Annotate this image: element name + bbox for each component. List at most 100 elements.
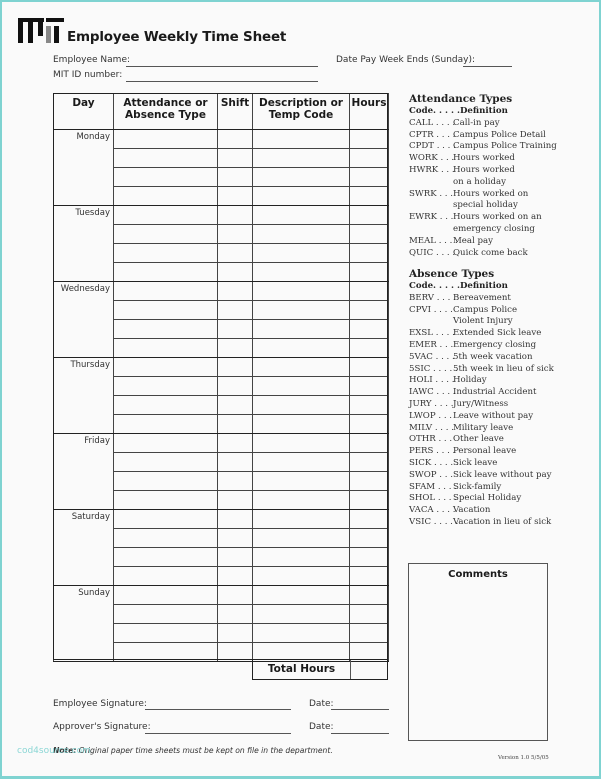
hours-cell[interactable] (349, 205, 389, 225)
type-cell[interactable] (113, 205, 218, 225)
shift-cell[interactable] (217, 300, 253, 320)
approver-date-field[interactable] (331, 733, 389, 734)
type-cell[interactable] (113, 243, 218, 263)
shift-cell[interactable] (217, 433, 253, 453)
hours-cell[interactable] (349, 547, 389, 567)
shift-cell[interactable] (217, 490, 253, 510)
description-cell[interactable] (252, 509, 350, 529)
date-pay-week-field[interactable] (463, 66, 512, 67)
type-cell[interactable] (113, 452, 218, 472)
comments-box[interactable]: Comments (408, 563, 548, 741)
type-cell[interactable] (113, 623, 218, 643)
type-cell[interactable] (113, 129, 218, 149)
shift-cell[interactable] (217, 452, 253, 472)
shift-cell[interactable] (217, 414, 253, 434)
shift-cell[interactable] (217, 224, 253, 244)
type-cell[interactable] (113, 281, 218, 301)
hours-cell[interactable] (349, 243, 389, 263)
description-cell[interactable] (252, 490, 350, 510)
employee-signature-field[interactable] (145, 709, 291, 710)
type-cell[interactable] (113, 414, 218, 434)
type-cell[interactable] (113, 167, 218, 187)
description-cell[interactable] (252, 243, 350, 263)
hours-cell[interactable] (349, 319, 389, 339)
employee-name-field[interactable] (126, 66, 318, 67)
description-cell[interactable] (252, 205, 350, 225)
shift-cell[interactable] (217, 262, 253, 282)
type-cell[interactable] (113, 319, 218, 339)
type-cell[interactable] (113, 148, 218, 168)
type-cell[interactable] (113, 490, 218, 510)
shift-cell[interactable] (217, 547, 253, 567)
type-cell[interactable] (113, 224, 218, 244)
shift-cell[interactable] (217, 338, 253, 358)
hours-cell[interactable] (349, 224, 389, 244)
description-cell[interactable] (252, 528, 350, 548)
type-cell[interactable] (113, 357, 218, 377)
hours-cell[interactable] (349, 490, 389, 510)
hours-cell[interactable] (349, 604, 389, 624)
shift-cell[interactable] (217, 243, 253, 263)
description-cell[interactable] (252, 357, 350, 377)
approver-signature-field[interactable] (145, 733, 291, 734)
shift-cell[interactable] (217, 623, 253, 643)
shift-cell[interactable] (217, 585, 253, 605)
type-cell[interactable] (113, 509, 218, 529)
description-cell[interactable] (252, 433, 350, 453)
description-cell[interactable] (252, 262, 350, 282)
hours-cell[interactable] (349, 452, 389, 472)
description-cell[interactable] (252, 129, 350, 149)
hours-cell[interactable] (349, 433, 389, 453)
description-cell[interactable] (252, 585, 350, 605)
description-cell[interactable] (252, 395, 350, 415)
type-cell[interactable] (113, 642, 218, 662)
hours-cell[interactable] (349, 129, 389, 149)
type-cell[interactable] (113, 566, 218, 586)
shift-cell[interactable] (217, 509, 253, 529)
type-cell[interactable] (113, 262, 218, 282)
description-cell[interactable] (252, 547, 350, 567)
type-cell[interactable] (113, 585, 218, 605)
shift-cell[interactable] (217, 319, 253, 339)
hours-cell[interactable] (349, 623, 389, 643)
shift-cell[interactable] (217, 186, 253, 206)
mit-id-field[interactable] (126, 81, 318, 82)
description-cell[interactable] (252, 604, 350, 624)
hours-cell[interactable] (349, 471, 389, 491)
employee-date-field[interactable] (331, 709, 389, 710)
description-cell[interactable] (252, 167, 350, 187)
description-cell[interactable] (252, 186, 350, 206)
type-cell[interactable] (113, 528, 218, 548)
shift-cell[interactable] (217, 604, 253, 624)
type-cell[interactable] (113, 604, 218, 624)
hours-cell[interactable] (349, 528, 389, 548)
hours-cell[interactable] (349, 300, 389, 320)
shift-cell[interactable] (217, 129, 253, 149)
description-cell[interactable] (252, 148, 350, 168)
description-cell[interactable] (252, 281, 350, 301)
total-hours-field[interactable] (351, 660, 387, 679)
shift-cell[interactable] (217, 528, 253, 548)
shift-cell[interactable] (217, 566, 253, 586)
description-cell[interactable] (252, 452, 350, 472)
hours-cell[interactable] (349, 186, 389, 206)
hours-cell[interactable] (349, 357, 389, 377)
description-cell[interactable] (252, 300, 350, 320)
shift-cell[interactable] (217, 376, 253, 396)
type-cell[interactable] (113, 300, 218, 320)
description-cell[interactable] (252, 338, 350, 358)
hours-cell[interactable] (349, 585, 389, 605)
shift-cell[interactable] (217, 205, 253, 225)
hours-cell[interactable] (349, 338, 389, 358)
shift-cell[interactable] (217, 471, 253, 491)
description-cell[interactable] (252, 623, 350, 643)
type-cell[interactable] (113, 376, 218, 396)
description-cell[interactable] (252, 471, 350, 491)
type-cell[interactable] (113, 433, 218, 453)
type-cell[interactable] (113, 471, 218, 491)
description-cell[interactable] (252, 319, 350, 339)
description-cell[interactable] (252, 224, 350, 244)
shift-cell[interactable] (217, 357, 253, 377)
type-cell[interactable] (113, 186, 218, 206)
hours-cell[interactable] (349, 376, 389, 396)
